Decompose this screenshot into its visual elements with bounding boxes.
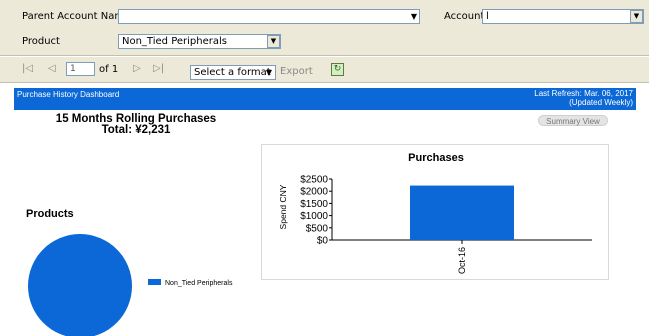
parent-account-dropdown[interactable]: ▼ <box>118 9 420 24</box>
y-tick-label: $1000 <box>300 211 328 222</box>
y-tick-label: $2500 <box>300 175 328 186</box>
pie-legend: Non_Tied Peripherals <box>148 279 233 287</box>
chevron-down-icon: ▼ <box>410 12 417 21</box>
export-format-select[interactable]: Select a format ▼ <box>190 65 276 80</box>
dashboard-banner: Purchase History Dashboard Last Refresh:… <box>14 88 636 110</box>
chart-title: Purchases <box>408 152 464 164</box>
product-dropdown[interactable]: Non_Tied Peripherals ▼ <box>118 34 281 49</box>
chevron-down-icon: ▼ <box>265 68 272 77</box>
update-frequency-text: (Updated Weekly) <box>569 98 633 107</box>
account-dropdown[interactable]: l ▼ <box>482 9 644 24</box>
export-link[interactable]: Export <box>280 66 313 77</box>
bar-oct-16[interactable] <box>410 185 514 240</box>
refresh-icon[interactable]: ↻ <box>331 63 344 76</box>
last-refresh-text: Last Refresh: Mar. 06, 2017 <box>534 89 633 98</box>
report-toolbar: |◁ ◁ 1 of 1 ▷ ▷| Select a format ▼ Expor… <box>0 57 649 83</box>
y-tick-label: $0 <box>317 236 329 247</box>
pie-slices <box>28 234 132 336</box>
y-tick-label: $500 <box>306 223 329 234</box>
y-tick-label: $1500 <box>300 199 328 210</box>
summary-view-button[interactable]: Summary View <box>538 115 608 126</box>
product-label: Product <box>22 36 60 47</box>
chart-y-axis-label: Spend CNY <box>278 184 288 229</box>
next-page-icon[interactable]: ▷ <box>133 63 141 74</box>
refresh-info: Last Refresh: Mar. 06, 2017 (Updated Wee… <box>534 89 633 107</box>
last-page-icon[interactable]: ▷| <box>153 63 164 74</box>
product-value: Non_Tied Peripherals <box>122 36 227 47</box>
chart-bars <box>410 185 514 240</box>
first-page-icon[interactable]: |◁ <box>22 63 33 74</box>
page-count: of 1 <box>99 64 119 75</box>
parent-account-label: Parent Account Name <box>22 11 131 22</box>
chevron-down-icon: ▼ <box>267 35 280 48</box>
legend-swatch <box>148 279 161 285</box>
pie-slice[interactable] <box>28 234 132 336</box>
parameter-panel: Parent Account Name ▼ Account l ▼ Produc… <box>0 0 649 56</box>
report-body: Purchase History Dashboard Last Refresh:… <box>0 84 649 336</box>
products-pie-chart: Non_Tied Peripherals <box>28 234 233 336</box>
rolling-summary: 15 Months Rolling Purchases Total: ¥2,23… <box>0 113 272 136</box>
chevron-down-icon: ▼ <box>630 10 643 23</box>
previous-page-icon[interactable]: ◁ <box>48 63 56 74</box>
legend-label: Non_Tied Peripherals <box>165 280 233 287</box>
purchases-chart: Purchases Spend CNY $0 $500 $1000 $1500 $200… <box>261 144 609 280</box>
rolling-total: Total: ¥2,231 <box>101 124 171 136</box>
account-label: Account <box>444 11 485 22</box>
page-number-input[interactable]: 1 <box>66 62 95 76</box>
purchases-chart-svg: Purchases Spend CNY $0 $500$1000$1500$200… <box>278 152 592 274</box>
account-value: l <box>486 11 489 22</box>
dashboard-title: Purchase History Dashboard <box>17 90 120 99</box>
y-tick-label: $2000 <box>300 187 328 198</box>
x-tick-label: Oct-16 <box>457 247 467 274</box>
format-placeholder: Select a format <box>194 67 271 78</box>
